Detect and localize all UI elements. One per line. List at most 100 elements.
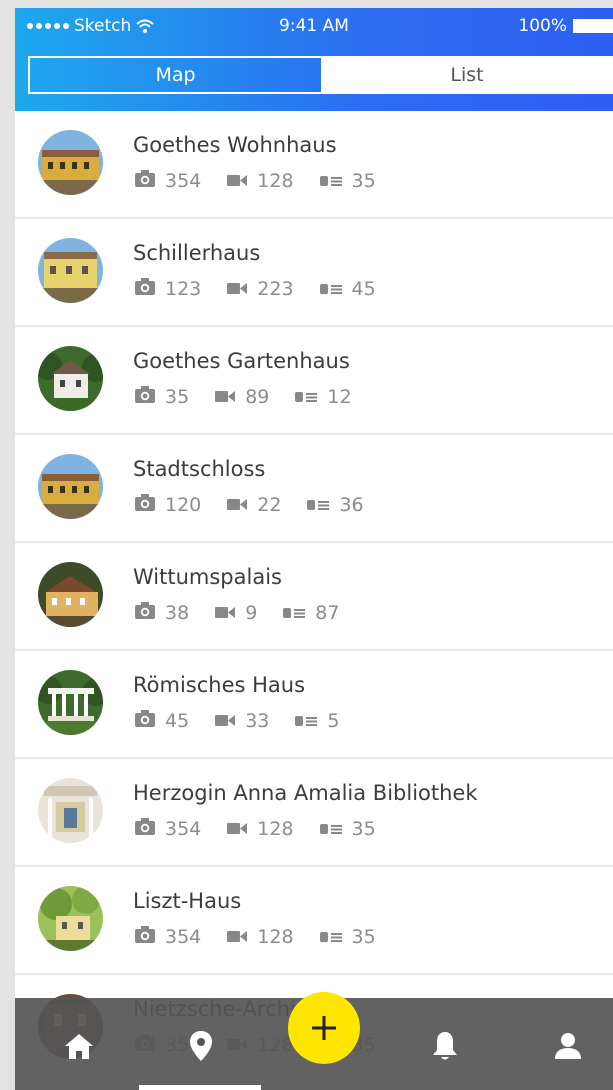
tab-home[interactable]	[61, 1028, 97, 1064]
place-name: Liszt-Haus	[133, 889, 242, 913]
video-icon	[215, 602, 236, 624]
battery-icon	[573, 19, 613, 33]
story-count: 35	[351, 170, 376, 192]
story-icon	[295, 710, 318, 732]
user-icon	[555, 1033, 581, 1059]
status-right: 100%	[518, 16, 613, 36]
bell-icon	[433, 1032, 457, 1060]
place-name: Schillerhaus	[133, 241, 261, 265]
place-list-item[interactable]: Römisches Haus 45 33 5	[15, 651, 613, 759]
camera-icon	[135, 926, 155, 948]
video-count: 9	[245, 602, 258, 624]
place-name: Herzogin Anna Amalia Bibliothek	[133, 781, 478, 805]
video-icon	[227, 278, 248, 300]
story-icon	[319, 818, 342, 840]
camera-icon	[135, 170, 155, 192]
place-thumbnail	[38, 454, 103, 519]
status-bar: Sketch 9:41 AM 100%	[15, 8, 613, 44]
place-thumbnail	[38, 778, 103, 843]
tab-notifications[interactable]	[427, 1028, 463, 1064]
place-stats: 45 33 5	[135, 710, 365, 732]
story-icon	[295, 386, 318, 408]
photo-count: 120	[165, 494, 202, 516]
bottom-tab-bar	[15, 992, 613, 1090]
place-name: Wittumspalais	[133, 565, 282, 589]
camera-icon	[135, 710, 155, 732]
tab-profile[interactable]	[550, 1028, 586, 1064]
video-count: 223	[257, 278, 294, 300]
place-thumbnail	[38, 886, 103, 951]
story-icon	[283, 602, 306, 624]
story-count: 35	[351, 818, 376, 840]
photo-count: 38	[165, 602, 190, 624]
story-icon	[319, 926, 342, 948]
story-count: 87	[315, 602, 340, 624]
place-list-item[interactable]: Liszt-Haus 354 128 35	[15, 867, 613, 975]
add-icon	[312, 1016, 336, 1040]
place-thumbnail	[38, 130, 103, 195]
place-thumbnail	[38, 670, 103, 735]
tab-map[interactable]: Map	[30, 58, 321, 92]
video-count: 22	[257, 494, 282, 516]
battery-percent: 100%	[518, 16, 567, 36]
story-count: 36	[339, 494, 364, 516]
video-icon	[215, 710, 236, 732]
place-list: Goethes Wohnhaus 354 128 35 Schillerhaus 123 2…	[15, 111, 613, 1083]
story-icon	[307, 494, 330, 516]
place-thumbnail	[38, 562, 103, 627]
add-button[interactable]	[288, 992, 360, 1064]
place-list-item[interactable]: Herzogin Anna Amalia Bibliothek 354 128 35	[15, 759, 613, 867]
video-icon	[227, 170, 248, 192]
photo-count: 45	[165, 710, 190, 732]
story-icon	[319, 170, 342, 192]
story-count: 12	[327, 386, 352, 408]
header: Sketch 9:41 AM 100% Map List	[15, 8, 613, 111]
tab-list[interactable]: List	[321, 58, 613, 92]
video-count: 89	[245, 386, 270, 408]
photo-count: 354	[165, 170, 202, 192]
place-stats: 354 128 35	[135, 818, 402, 840]
camera-icon	[135, 494, 155, 516]
video-icon	[227, 818, 248, 840]
location-pin-icon	[190, 1031, 212, 1061]
home-icon	[65, 1034, 93, 1059]
video-count: 33	[245, 710, 270, 732]
app-screen: Sketch 9:41 AM 100% Map List Goethes Woh…	[15, 8, 613, 1090]
place-list-item[interactable]: Goethes Wohnhaus 354 128 35	[15, 111, 613, 219]
photo-count: 35	[165, 386, 190, 408]
place-name: Goethes Wohnhaus	[133, 133, 337, 157]
photo-count: 354	[165, 926, 202, 948]
place-stats: 120 22 36	[135, 494, 390, 516]
video-count: 128	[257, 170, 294, 192]
video-icon	[227, 926, 248, 948]
place-stats: 35 89 12	[135, 386, 378, 408]
camera-icon	[135, 818, 155, 840]
place-thumbnail	[38, 346, 103, 411]
photo-count: 354	[165, 818, 202, 840]
story-count: 35	[351, 926, 376, 948]
video-count: 128	[257, 818, 294, 840]
place-list-item[interactable]: Schillerhaus 123 223 45	[15, 219, 613, 327]
video-icon	[215, 386, 236, 408]
place-list-item[interactable]: Stadtschloss 120 22 36	[15, 435, 613, 543]
tab-map-pin[interactable]	[183, 1028, 219, 1064]
place-stats: 354 128 35	[135, 170, 402, 192]
camera-icon	[135, 386, 155, 408]
story-count: 5	[327, 710, 340, 732]
home-indicator	[139, 1085, 261, 1090]
camera-icon	[135, 278, 155, 300]
video-count: 128	[257, 926, 294, 948]
camera-icon	[135, 602, 155, 624]
place-stats: 354 128 35	[135, 926, 402, 948]
video-icon	[227, 494, 248, 516]
place-stats: 38 9 87	[135, 602, 365, 624]
place-name: Stadtschloss	[133, 457, 266, 481]
photo-count: 123	[165, 278, 202, 300]
place-list-item[interactable]: Wittumspalais 38 9 87	[15, 543, 613, 651]
place-thumbnail	[38, 238, 103, 303]
view-switcher: Map List	[28, 56, 613, 94]
place-list-item[interactable]: Goethes Gartenhaus 35 89 12	[15, 327, 613, 435]
place-stats: 123 223 45	[135, 278, 402, 300]
story-icon	[319, 278, 342, 300]
place-name: Römisches Haus	[133, 673, 306, 697]
